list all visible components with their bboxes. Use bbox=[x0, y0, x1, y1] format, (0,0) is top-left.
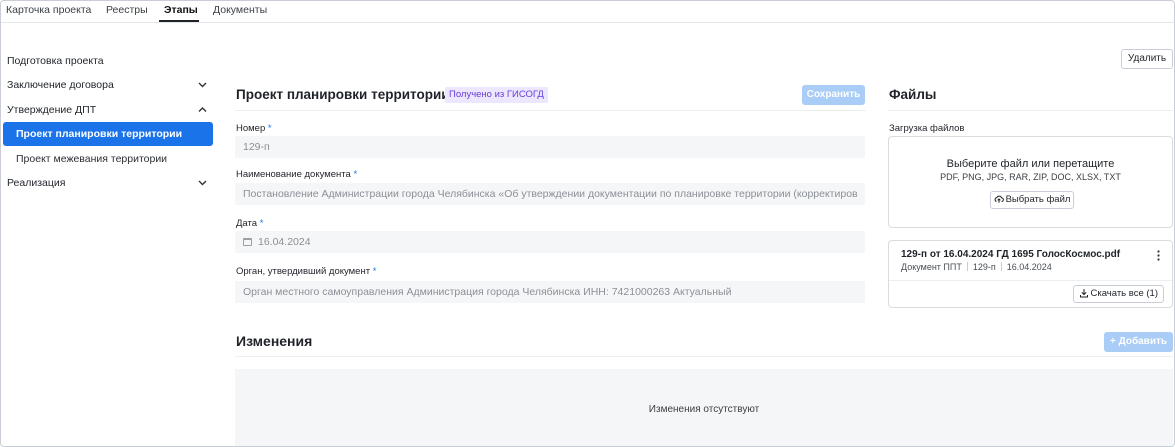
file-dropzone[interactable]: Выберите файл или перетащите PDF, PNG, J… bbox=[888, 136, 1173, 228]
delete-button[interactable]: Удалить bbox=[1121, 49, 1173, 69]
authority-field[interactable]: Орган местного самоуправления Администра… bbox=[235, 281, 865, 303]
source-badge: Получено из ГИСОГД bbox=[445, 87, 548, 103]
cloud-upload-icon bbox=[994, 194, 1004, 210]
tab-project-card[interactable]: Карточка проекта bbox=[6, 4, 91, 16]
sidebar-item-label: Проект межевания территории bbox=[16, 153, 168, 165]
sidebar-item-label: Подготовка проекта bbox=[7, 55, 104, 67]
sidebar-item-label: Утверждение ДПТ bbox=[7, 104, 97, 116]
doc-name-label: Наименование документа * bbox=[236, 169, 358, 180]
chevron-down-icon[interactable] bbox=[198, 171, 207, 204]
plus-icon: + bbox=[1109, 336, 1116, 347]
number-label: Номер * bbox=[236, 123, 272, 134]
sidebar-item-territory-planning[interactable]: Проект планировки территории bbox=[3, 122, 213, 146]
sidebar-item-contract[interactable]: Заключение договора bbox=[1, 73, 217, 97]
sidebar-item-label: Проект планировки территории bbox=[16, 128, 183, 140]
download-all-button[interactable]: Скачать все (1) bbox=[1072, 285, 1164, 304]
changes-title: Изменения bbox=[236, 333, 313, 349]
date-field[interactable]: 16.04.2024 bbox=[235, 231, 865, 253]
more-vertical-icon[interactable] bbox=[1157, 250, 1160, 262]
changes-empty-state: Изменения отсутствуют bbox=[235, 369, 1173, 446]
tab-stages[interactable]: Этапы bbox=[164, 4, 198, 16]
sidebar-item-implementation[interactable]: Реализация bbox=[1, 171, 217, 195]
divider bbox=[235, 110, 866, 111]
divider bbox=[888, 110, 1173, 111]
sidebar-item-dpt-approval[interactable]: Утверждение ДПТ bbox=[1, 98, 217, 122]
upload-label: Загрузка файлов bbox=[889, 123, 965, 134]
calendar-icon bbox=[243, 238, 252, 246]
number-field[interactable]: 129-п bbox=[235, 136, 865, 158]
doc-name-field[interactable]: Постановление Администрации города Челяб… bbox=[235, 183, 865, 205]
download-icon bbox=[1079, 288, 1089, 304]
page-title: Проект планировки территории bbox=[236, 87, 450, 102]
choose-file-button[interactable]: Выбрать файл bbox=[990, 191, 1074, 209]
add-change-button[interactable]: + Добавить bbox=[1104, 332, 1173, 352]
sidebar-item-label: Заключение договора bbox=[7, 79, 114, 91]
sidebar-item-label: Реализация bbox=[7, 177, 66, 189]
date-label: Дата * bbox=[236, 218, 264, 229]
sidebar-item-project-preparation[interactable]: Подготовка проекта bbox=[1, 49, 217, 73]
file-name[interactable]: 129-п от 16.04.2024 ГД 1695 ГолосКосмос.… bbox=[901, 249, 1120, 260]
file-card: 129-п от 16.04.2024 ГД 1695 ГолосКосмос.… bbox=[888, 240, 1173, 308]
active-tab-indicator bbox=[159, 20, 199, 22]
files-title: Файлы bbox=[889, 87, 937, 102]
divider bbox=[889, 280, 1172, 281]
app-frame: Карточка проекта Реестры Этапы Документы… bbox=[0, 0, 1175, 447]
authority-label: Орган, утвердивший документ * bbox=[236, 266, 377, 277]
tab-documents[interactable]: Документы bbox=[213, 4, 267, 16]
save-button[interactable]: Сохранить bbox=[802, 85, 865, 105]
date-value: 16.04.2024 bbox=[258, 236, 311, 248]
dropzone-file-types: PDF, PNG, JPG, RAR, ZIP, DOC, XLSX, TXT bbox=[940, 172, 1121, 182]
empty-changes-text: Изменения отсутствуют bbox=[648, 404, 760, 415]
sidebar-item-land-survey[interactable]: Проект межевания территории bbox=[1, 147, 217, 171]
divider bbox=[235, 356, 1173, 357]
top-tabs: Карточка проекта Реестры Этапы Документы bbox=[1, 1, 1174, 23]
tab-registries[interactable]: Реестры bbox=[106, 4, 148, 16]
file-meta: Документ ППТ 129-п 16.04.2024 bbox=[901, 262, 1052, 272]
dropzone-title: Выберите файл или перетащите bbox=[946, 158, 1115, 170]
